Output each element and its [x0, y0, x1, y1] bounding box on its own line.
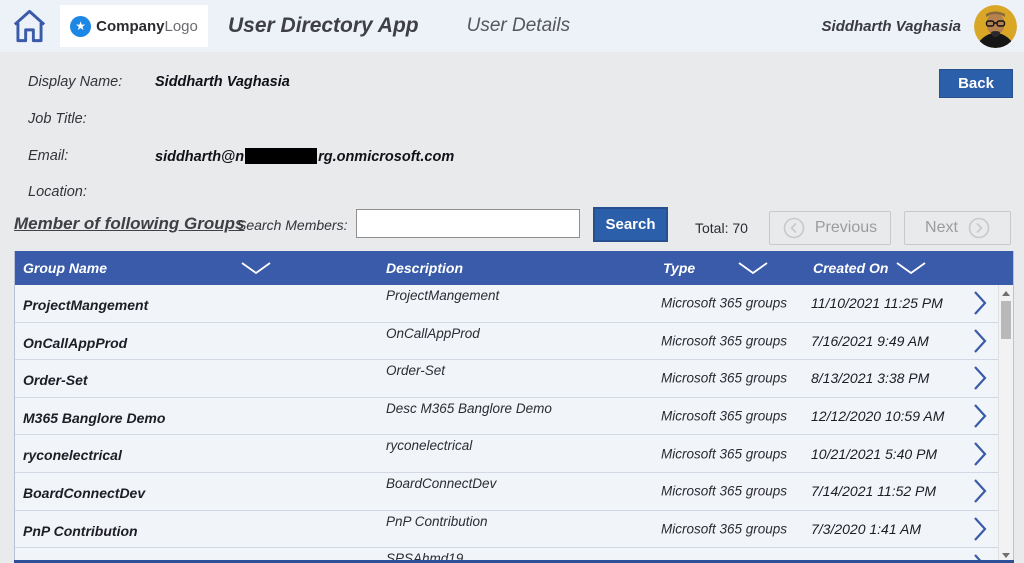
- back-button[interactable]: Back: [939, 69, 1013, 98]
- field-label-display-name: Display Name:: [28, 74, 123, 90]
- column-header-description: Description: [386, 260, 464, 276]
- cell-description: BoardConnectDev: [386, 475, 497, 491]
- cell-created-on: 7/14/2021 11:52 PM: [811, 483, 937, 500]
- cell-type: Microsoft 365 groups: [661, 333, 788, 349]
- cell-created-on: 11/10/2021 11:25 PM: [811, 295, 943, 312]
- chevron-right-circle-icon: [968, 217, 990, 239]
- search-input[interactable]: [356, 209, 580, 238]
- home-icon: [11, 7, 48, 45]
- table-header: Group Name Description Type Created On: [15, 251, 1013, 285]
- cell-description: Desc M365 Banglore Demo: [386, 400, 552, 416]
- email-redaction: [245, 148, 318, 164]
- table-row[interactable]: ProjectMangement ProjectMangement Micros…: [15, 285, 999, 323]
- previous-button[interactable]: Previous: [769, 211, 891, 245]
- field-value-email: siddharth@n rg.onmicrosoft.com: [155, 148, 455, 165]
- groups-heading: Member of following Groups: [14, 214, 245, 233]
- table-body: ProjectMangement ProjectMangement Micros…: [15, 285, 1013, 563]
- chevron-right-icon[interactable]: [973, 365, 987, 391]
- chevron-down-icon[interactable]: [896, 262, 926, 275]
- cell-description: OnCallAppProd: [386, 325, 480, 341]
- chevron-right-icon[interactable]: [973, 516, 987, 542]
- logo-star-icon: ★: [70, 15, 92, 37]
- column-header-created-on: Created On: [813, 260, 889, 276]
- cell-group-name: BoardConnectDev: [23, 484, 146, 501]
- chevron-right-icon[interactable]: [973, 403, 987, 429]
- field-label-job-title: Job Title:: [28, 111, 87, 127]
- app-window: ★ Company Logo User Directory App User De…: [0, 0, 1024, 563]
- table-row[interactable]: ryconelectrical ryconelectrical Microsof…: [15, 435, 999, 473]
- cell-group-name: PnP Contribution: [23, 522, 138, 539]
- chevron-right-icon[interactable]: [973, 478, 987, 504]
- table-row[interactable]: Order-Set Order-Set Microsoft 365 groups…: [15, 360, 999, 398]
- chevron-right-icon[interactable]: [973, 441, 987, 467]
- cell-type: Microsoft 365 groups: [661, 295, 788, 311]
- company-logo: ★ Company Logo: [60, 5, 208, 47]
- table-row[interactable]: BoardConnectDev BoardConnectDev Microsof…: [15, 472, 999, 511]
- table-row[interactable]: M365 Banglore Demo Desc M365 Banglore De…: [15, 397, 999, 436]
- total-count: Total: 70: [695, 220, 748, 236]
- cell-group-name: OnCallAppProd: [23, 334, 128, 351]
- cell-group-name: M365 Banglore Demo: [23, 409, 166, 426]
- column-header-group-name: Group Name: [23, 260, 108, 276]
- cell-type: Microsoft 365 groups: [661, 483, 788, 499]
- column-header-type: Type: [663, 260, 696, 276]
- page-title: User Details: [466, 15, 571, 36]
- field-value-display-name: Siddharth Vaghasia: [155, 74, 290, 90]
- cell-group-name: Order-Set: [23, 372, 88, 389]
- cell-created-on: 7/16/2021 9:49 AM: [811, 332, 929, 349]
- cell-group-name: ProjectMangement: [23, 297, 149, 313]
- cell-type: Microsoft 365 groups: [661, 408, 788, 424]
- cell-type: Microsoft 365 groups: [661, 370, 788, 386]
- cell-description: Order-Set: [386, 363, 446, 379]
- table-row[interactable]: PnP Contribution PnP Contribution Micros…: [15, 510, 999, 549]
- home-button[interactable]: [10, 6, 48, 46]
- cell-group-name: ryconelectrical: [23, 447, 122, 464]
- user-name: Siddharth Vaghasia: [821, 17, 961, 35]
- cell-description: PnP Contribution: [386, 513, 488, 529]
- cell-created-on: 8/13/2021 3:38 PM: [811, 370, 930, 387]
- cell-description: ryconelectrical: [386, 438, 473, 454]
- search-members-label: Search Members:: [237, 217, 348, 233]
- cell-created-on: 12/12/2020 10:59 AM: [811, 408, 945, 425]
- scrollbar-thumb[interactable]: [1001, 301, 1011, 339]
- search-button[interactable]: Search: [593, 207, 668, 242]
- chevron-right-icon[interactable]: [973, 328, 987, 354]
- cell-description: ProjectMangement: [386, 288, 500, 303]
- groups-table: Group Name Description Type Created On P…: [14, 251, 1014, 563]
- cell-type: Microsoft 365 groups: [661, 521, 788, 537]
- field-label-location: Location:: [28, 184, 87, 200]
- table-scrollbar[interactable]: [998, 285, 1013, 563]
- avatar: [974, 4, 1017, 48]
- logo-text-light: Logo: [164, 17, 198, 35]
- next-button[interactable]: Next: [904, 211, 1011, 245]
- chevron-down-icon[interactable]: [241, 262, 271, 275]
- cell-type: Microsoft 365 groups: [661, 446, 788, 462]
- chevron-right-icon[interactable]: [973, 290, 987, 316]
- app-header: ★ Company Logo User Directory App User De…: [0, 0, 1024, 52]
- field-label-email: Email:: [28, 148, 69, 164]
- scroll-up-icon[interactable]: [999, 287, 1013, 299]
- cell-created-on: 7/3/2020 1:41 AM: [811, 520, 922, 537]
- chevron-left-circle-icon: [783, 217, 805, 239]
- chevron-down-icon[interactable]: [738, 262, 768, 275]
- table-row[interactable]: OnCallAppProd OnCallAppProd Microsoft 36…: [15, 322, 999, 361]
- cell-created-on: 10/21/2021 5:40 PM: [811, 445, 938, 462]
- logo-text-bold: Company: [96, 17, 165, 35]
- app-title: User Directory App: [228, 14, 419, 37]
